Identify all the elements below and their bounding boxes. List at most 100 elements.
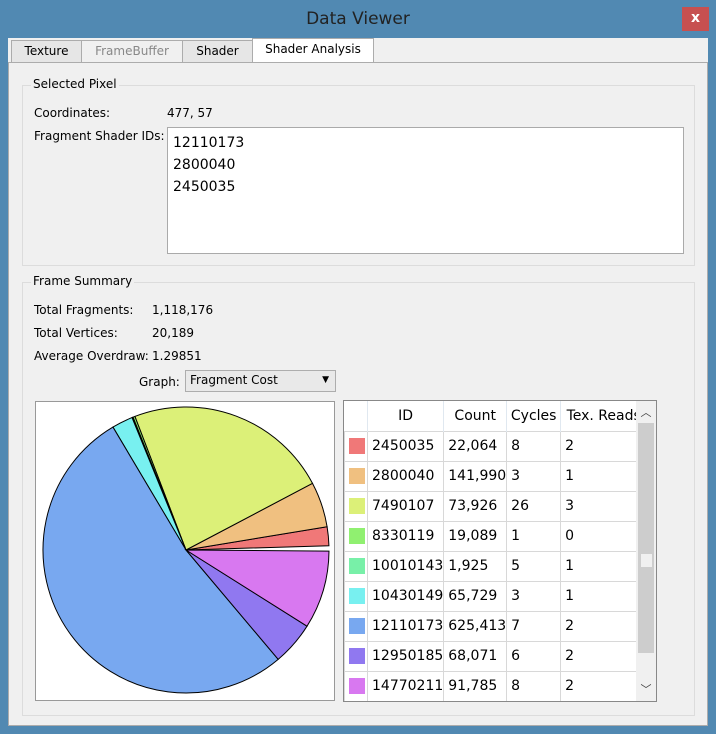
table-row[interactable]: 14770211 91,785 8 2 — [344, 670, 648, 701]
count-cell: 91,785 — [443, 670, 508, 701]
tab-shader[interactable]: Shader — [182, 40, 253, 63]
count-cell: 73,926 — [443, 490, 508, 522]
color-swatch-cell — [344, 610, 368, 642]
shader-id-item[interactable]: 2800040 — [173, 154, 678, 176]
tex-reads-cell: 1 — [560, 580, 648, 612]
table-row[interactable]: 10010143 1,925 5 1 — [344, 550, 648, 582]
cycles-cell: 1 — [506, 520, 562, 552]
tex-reads-cell: 1 — [560, 550, 648, 582]
vertical-scrollbar[interactable]: ︿ ﹀ — [636, 401, 656, 701]
count-cell: 625,413 — [443, 610, 508, 642]
tab-bar: Texture FrameBuffer Shader Shader Analys… — [8, 38, 708, 63]
chevron-down-icon: ▼ — [322, 375, 329, 385]
total-vertices-label: Total Vertices: — [34, 326, 118, 340]
count-cell: 1,925 — [443, 550, 508, 582]
count-cell: 22,064 — [443, 430, 508, 462]
color-swatch-cell — [344, 640, 368, 672]
table-row[interactable]: 8330119 19,089 1 0 — [344, 520, 648, 552]
shader-id-item[interactable]: 2450035 — [173, 176, 678, 198]
cycles-cell: 6 — [506, 640, 562, 672]
color-swatch — [349, 498, 365, 514]
cycles-cell: 3 — [506, 580, 562, 612]
cycles-cell: 3 — [506, 460, 562, 492]
table-row[interactable]: 12110173 625,413 7 2 — [344, 610, 648, 642]
total-vertices-value: 20,189 — [152, 326, 194, 340]
coordinates-label: Coordinates: — [34, 106, 111, 120]
shader-id-item[interactable]: 12110173 — [173, 132, 678, 154]
tex-reads-cell: 2 — [560, 430, 648, 462]
header-tex-reads[interactable]: Tex. Reads — [560, 401, 648, 431]
cycles-cell: 5 — [506, 550, 562, 582]
id-cell: 12950185 — [366, 640, 445, 672]
cycles-cell: 8 — [506, 670, 562, 701]
tex-reads-cell: 3 — [560, 490, 648, 522]
table-row[interactable]: 2450035 22,064 8 2 — [344, 430, 648, 462]
header-cycles[interactable]: Cycles — [506, 401, 562, 431]
id-cell: 12110173 — [366, 610, 445, 642]
count-cell: 141,990 — [443, 460, 508, 492]
tex-reads-cell: 0 — [560, 520, 648, 552]
color-swatch-cell — [344, 460, 368, 492]
cycles-cell: 8 — [506, 430, 562, 462]
header-id[interactable]: ID — [367, 401, 445, 431]
color-swatch — [349, 678, 365, 694]
window-title: Data Viewer — [306, 9, 410, 29]
total-fragments-value: 1,118,176 — [152, 303, 214, 317]
graph-select[interactable]: Fragment Cost ▼ — [185, 370, 336, 392]
tex-reads-cell: 2 — [560, 610, 648, 642]
id-cell: 2450035 — [366, 430, 445, 462]
average-overdraw-value: 1.29851 — [152, 349, 202, 363]
cycles-cell: 7 — [506, 610, 562, 642]
table-row[interactable]: 2800040 141,990 3 1 — [344, 460, 648, 492]
pie-chart — [35, 401, 335, 701]
count-cell: 65,729 — [443, 580, 508, 612]
color-swatch — [349, 438, 365, 454]
scrollbar-track[interactable] — [638, 423, 654, 653]
id-cell: 10430149 — [366, 580, 445, 612]
group-title: Frame Summary — [31, 274, 135, 288]
graph-select-value: Fragment Cost — [190, 373, 278, 387]
scroll-up-icon[interactable]: ︿ — [636, 404, 656, 420]
color-swatch-cell — [344, 430, 368, 462]
close-button[interactable]: x — [682, 7, 709, 31]
color-swatch — [349, 588, 365, 604]
table-row[interactable]: 10430149 65,729 3 1 — [344, 580, 648, 612]
color-swatch-cell — [344, 520, 368, 552]
cycles-cell: 26 — [506, 490, 562, 522]
color-swatch — [349, 528, 365, 544]
header-color[interactable] — [344, 401, 368, 431]
shader-analysis-panel: Selected Pixel Coordinates: 477, 57 Frag… — [8, 62, 708, 726]
count-cell: 68,071 — [443, 640, 508, 672]
tex-reads-cell: 1 — [560, 460, 648, 492]
pie-chart-svg — [42, 406, 330, 694]
color-swatch-cell — [344, 580, 368, 612]
coordinates-value: 477, 57 — [167, 106, 213, 120]
color-swatch — [349, 618, 365, 634]
id-cell: 8330119 — [366, 520, 445, 552]
id-cell: 2800040 — [366, 460, 445, 492]
tab-shader-analysis[interactable]: Shader Analysis — [252, 38, 374, 63]
color-swatch-cell — [344, 490, 368, 522]
tab-texture[interactable]: Texture — [11, 40, 82, 63]
id-cell: 14770211 — [366, 670, 445, 701]
table-header-row: ID Count Cycles Tex. Reads — [344, 401, 648, 431]
header-count[interactable]: Count — [443, 401, 508, 431]
table-row[interactable]: 12950185 68,071 6 2 — [344, 640, 648, 672]
id-cell: 10010143 — [366, 550, 445, 582]
group-title: Selected Pixel — [31, 77, 119, 91]
scroll-down-icon[interactable]: ﹀ — [636, 681, 656, 697]
color-swatch — [349, 648, 365, 664]
tex-reads-cell: 2 — [560, 670, 648, 701]
tab-framebuffer: FrameBuffer — [81, 40, 183, 63]
color-swatch-cell — [344, 550, 368, 582]
shader-table: ID Count Cycles Tex. Reads 2450035 22,06… — [343, 400, 657, 702]
color-swatch-cell — [344, 670, 368, 701]
table-row[interactable]: 7490107 73,926 26 3 — [344, 490, 648, 522]
fragment-shader-ids-list[interactable]: 12110173 2800040 2450035 — [167, 127, 684, 254]
id-cell: 7490107 — [366, 490, 445, 522]
color-swatch — [349, 558, 365, 574]
scrollbar-thumb[interactable] — [641, 554, 652, 567]
graph-label: Graph: — [139, 375, 180, 389]
count-cell: 19,089 — [443, 520, 508, 552]
average-overdraw-label: Average Overdraw: — [34, 349, 149, 363]
